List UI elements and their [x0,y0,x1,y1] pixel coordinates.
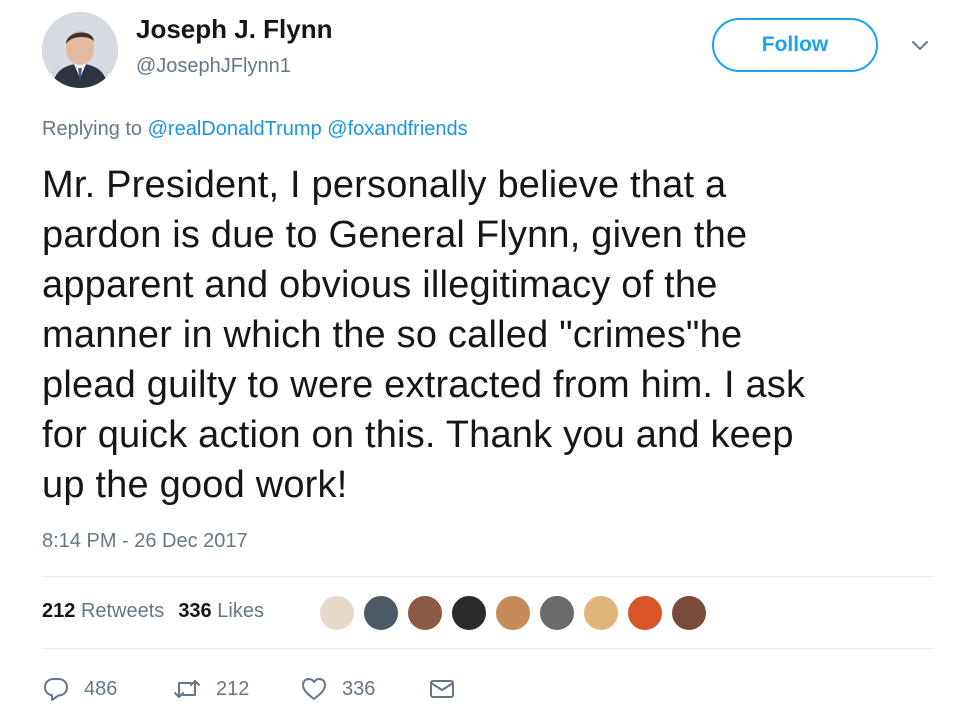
liker-avatar[interactable] [582,594,620,632]
liker-avatar[interactable] [494,594,532,632]
mention-link[interactable]: @foxandfriends [327,118,467,140]
like-count: 336 [342,677,376,700]
reply-icon [44,678,68,701]
reply-button[interactable]: 486 [42,672,117,706]
liker-avatar[interactable] [406,594,444,632]
liker-avatar[interactable] [318,594,356,632]
message-button[interactable] [428,672,456,706]
retweets-label: Retweets [80,600,165,622]
replying-prefix: Replying to [42,118,143,140]
likes-label: Likes [217,600,264,622]
liker-avatar[interactable] [362,594,400,632]
profile-photo-icon [42,12,118,88]
avatar[interactable] [42,12,118,88]
divider [42,648,934,649]
timestamp[interactable]: 8:14 PM - 26 Dec 2017 [42,530,248,553]
tweet-stats: 212 Retweets 336 Likes [42,600,264,623]
retweets-stat[interactable]: 212 Retweets [42,600,164,622]
more-options[interactable] [908,36,932,56]
likes-count: 336 [178,600,212,622]
follow-button[interactable]: Follow [712,18,878,72]
liker-avatar[interactable] [538,594,576,632]
retweets-count: 212 [42,600,76,622]
chevron-down-icon [912,41,928,50]
envelope-icon [430,680,454,698]
heart-icon [302,678,326,700]
retweet-button[interactable]: 212 [172,672,249,706]
likes-stat[interactable]: 336 Likes [178,600,264,622]
mention-link[interactable]: @realDonaldTrump [148,118,322,140]
liker-avatar[interactable] [626,594,664,632]
like-button[interactable]: 336 [300,672,375,706]
retweet-icon [174,680,200,698]
replying-to: Replying to @realDonaldTrump @foxandfrie… [42,118,468,141]
retweet-count: 212 [216,677,250,700]
author-handle[interactable]: @JosephJFlynn1 [136,55,291,78]
liker-avatar[interactable] [450,594,488,632]
liker-avatar[interactable] [670,594,708,632]
divider [42,576,934,577]
reply-count: 486 [84,677,118,700]
tweet-text: Mr. President, I personally believe that… [42,164,806,506]
author-name[interactable]: Joseph J. Flynn [136,14,333,45]
